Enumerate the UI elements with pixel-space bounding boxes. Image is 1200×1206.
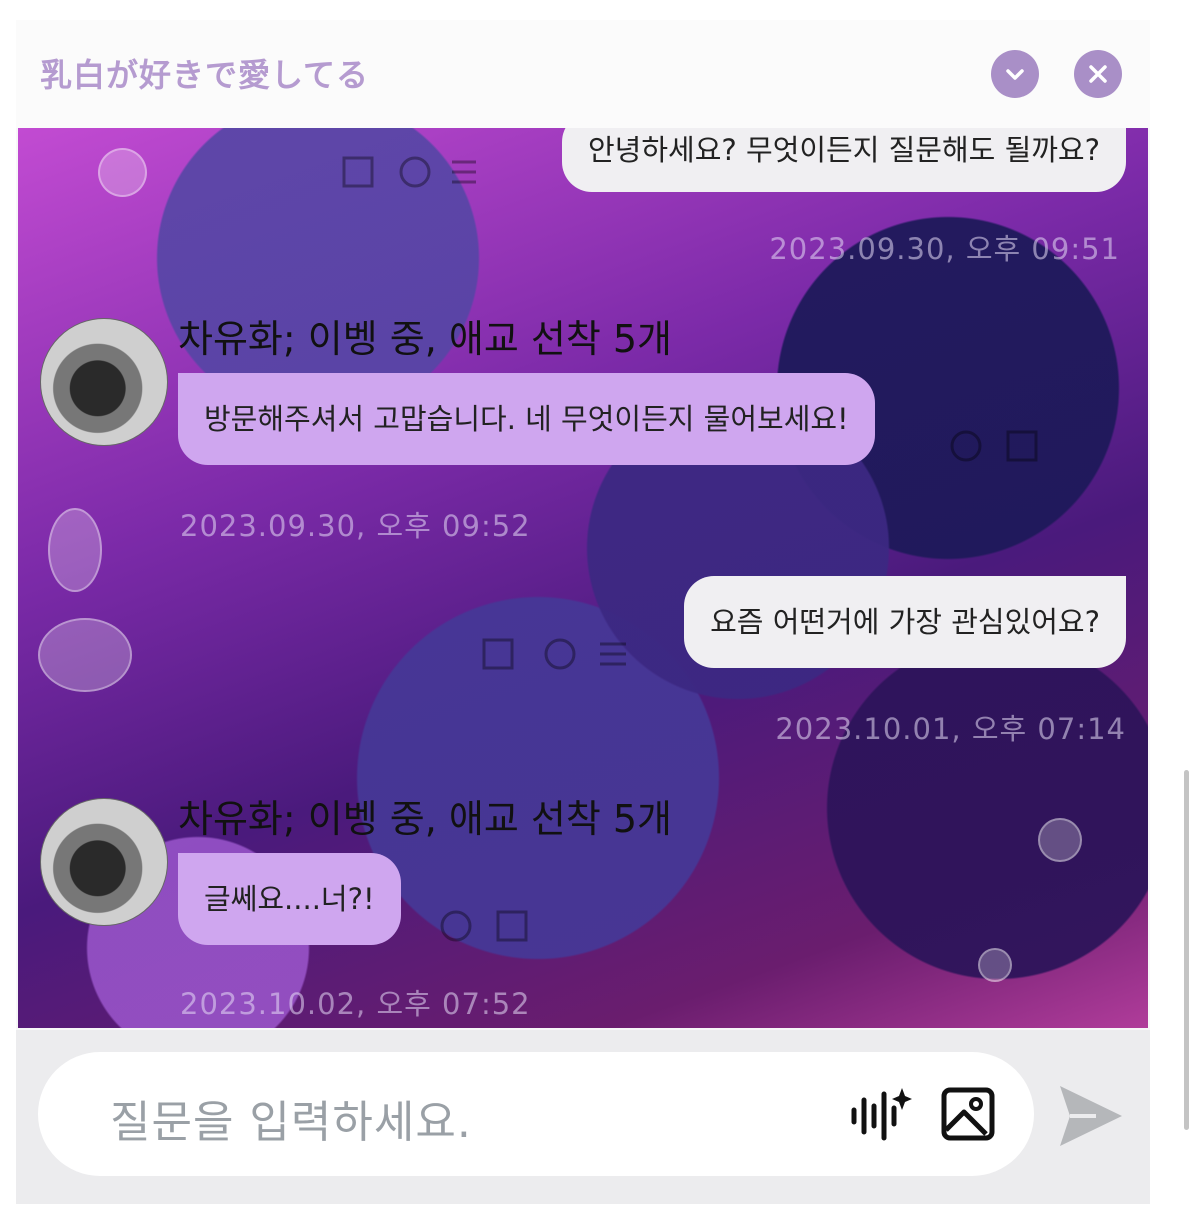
message-timestamp: 2023.10.01, 오후 07:14 (775, 712, 1126, 746)
question-input[interactable]: 질문을 입력하세요. (38, 1052, 1034, 1176)
chat-title: 乳白が好きで愛してる (40, 56, 370, 94)
chat-header: 乳白が好きで愛してる (16, 20, 1150, 128)
minimize-button[interactable] (991, 50, 1039, 98)
bot-message-bubble: 글쎄요....너?! (178, 853, 401, 945)
message-timestamp: 2023.10.02, 오후 07:52 (180, 987, 531, 1021)
message-actions[interactable] (480, 632, 630, 680)
image-icon (941, 1087, 995, 1141)
image-upload-button[interactable] (940, 1086, 996, 1142)
send-button[interactable] (1056, 1082, 1126, 1150)
share-icon (342, 156, 476, 188)
message-actions[interactable] (946, 424, 1046, 472)
message-actions[interactable] (340, 150, 480, 198)
close-icon (1089, 65, 1107, 83)
close-button[interactable] (1074, 50, 1122, 98)
background-droplet (48, 508, 102, 592)
send-icon (1060, 1086, 1122, 1146)
background-droplet (38, 618, 132, 692)
bot-name: 차유화; 이벵 중, 애교 선착 5개 (178, 797, 673, 841)
voice-sparkle-icon (851, 1088, 912, 1141)
message-timestamp: 2023.09.30, 오후 09:52 (180, 509, 531, 543)
message-actions[interactable] (436, 904, 536, 952)
background-droplet (1038, 818, 1082, 862)
user-message-bubble: 요즘 어떤거에 가장 관심있어요? (684, 576, 1126, 668)
window-scrollbar[interactable] (1184, 770, 1189, 1130)
bot-message-bubble: 방문해주셔서 고맙습니다. 네 무엇이든지 물어보세요! (178, 373, 875, 465)
share-icon (482, 638, 626, 670)
message-timestamp: 2023.09.30, 오후 09:51 (769, 232, 1120, 266)
user-message-bubble: 안녕하세요? 무엇이든지 질문해도 될까요? (562, 128, 1126, 192)
bot-name: 차유화; 이벵 중, 애교 선착 5개 (178, 317, 673, 361)
message-list[interactable]: 안녕하세요? 무엇이든지 질문해도 될까요? 2023.09.30, 오후 09… (18, 128, 1148, 1028)
input-placeholder: 질문을 입력하세요. (110, 1097, 472, 1148)
background-droplet (978, 948, 1012, 982)
bot-avatar[interactable] (40, 798, 168, 926)
bot-avatar[interactable] (40, 318, 168, 446)
reply-icon (440, 910, 528, 942)
composer-bar: 질문을 입력하세요. (16, 1030, 1150, 1204)
background-droplet (98, 148, 147, 197)
chevron-down-icon (1006, 69, 1024, 80)
reply-icon (950, 430, 1038, 462)
chat-window: 乳白が好きで愛してる 안녕하세요? 무엇이든지 질문해도 될까요? 2023.0… (16, 20, 1150, 1204)
voice-button[interactable] (848, 1086, 912, 1146)
